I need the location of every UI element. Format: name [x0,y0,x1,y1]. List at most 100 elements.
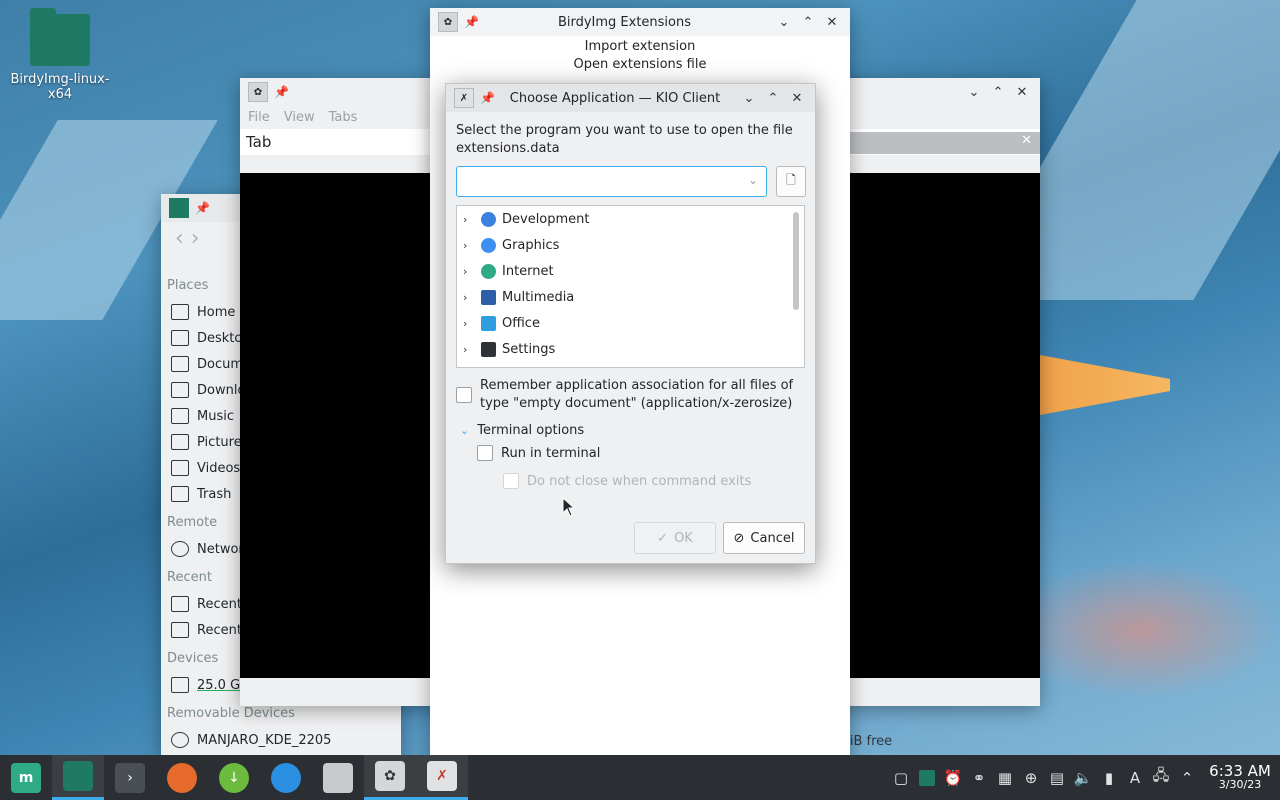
volume-icon[interactable]: 🔈 [1070,755,1096,800]
tray-app-icon[interactable] [914,755,940,800]
removable-header: Removable Devices [167,706,295,721]
internet-globe-icon [481,263,496,279]
cancel-button[interactable]: ⊘ Cancel [723,522,805,554]
no-close-option: Do not close when command exits [503,473,751,489]
notifications-icon[interactable]: ⏰ [940,755,966,800]
remember-association-option[interactable]: Remember application association for all… [456,377,808,413]
desktop-icon [171,330,189,346]
network-icon[interactable]: 🖧 [1148,755,1174,800]
places-item-usb[interactable]: MANJARO_KDE_2205 [167,727,395,753]
application-launcher[interactable]: m [0,755,52,800]
birdy-titlebar[interactable]: ✿ 📌 BirdyImg Extensions ⌄ ⌃ ✕ [430,8,850,36]
network-icon [171,541,189,557]
pin-icon[interactable]: 📌 [274,85,289,99]
maximize-icon[interactable]: ⌃ [763,88,783,108]
minimize-icon[interactable]: ⌄ [964,82,984,102]
menu-file[interactable]: File [248,110,270,125]
tree-item-office[interactable]: › Office [457,310,804,336]
clock-time: 6:33 AM [1209,761,1271,780]
tree-item-development[interactable]: › Development [457,206,804,232]
check-icon: ✓ [657,530,669,546]
desktop-folder-icon[interactable]: BirdyImg-linux-x64 [10,8,110,102]
drive-icon [171,677,189,693]
task-dolphin[interactable] [52,755,104,800]
close-tab-icon[interactable]: ✕ [1021,133,1032,148]
tree-item-graphics[interactable]: › Graphics [457,232,804,258]
task-downloader[interactable]: ↓ [208,755,260,800]
remember-association-checkbox[interactable] [456,387,472,403]
firefox-icon [167,762,197,793]
chooser-titlebar[interactable]: ✗ 📌 Choose Application — KIO Client ⌄ ⌃ … [446,84,815,112]
recent-locations-icon [171,622,189,638]
kde-connect-icon[interactable]: ⚭ [966,755,992,800]
clipboard-icon[interactable]: ▤ [1044,755,1070,800]
pictures-icon [171,434,189,450]
tree-scrollbar[interactable] [793,212,799,310]
wallpaper-glow [1000,560,1280,700]
kio-client-icon: ✗ [454,88,474,108]
task-archiver[interactable] [312,755,364,800]
run-in-terminal-checkbox[interactable] [477,445,493,461]
mouse-cursor-icon [562,497,576,517]
digital-clock[interactable]: 6:33 AM 3/30/23 [1200,761,1280,792]
browse-file-button[interactable]: 🗋 [776,166,806,197]
birdyimg-app-icon: ✿ [375,761,405,791]
tree-item-internet[interactable]: › Internet [457,258,804,284]
chevron-right-icon: › [463,238,468,252]
tree-item-multimedia[interactable]: › Multimedia [457,284,804,310]
settings-icon [481,341,496,357]
task-konsole[interactable]: › [104,755,156,800]
birdyimg-app-icon: ✿ [438,12,458,32]
recent-files-icon [171,596,189,612]
taskbar: m › ↓ ✿ ✗ ▢ ⏰ ⚭ ▦ ⊕ ▤ 🔈 ▮ A 🖧 ⌃ 6:33 AM … [0,755,1280,800]
close-icon[interactable]: ✕ [822,12,842,32]
battery-icon[interactable]: ▮ [1096,755,1122,800]
updates-icon[interactable]: ⊕ [1018,755,1044,800]
task-firefox[interactable] [156,755,208,800]
birdy-window-title: BirdyImg Extensions [557,14,692,30]
close-icon[interactable]: ✕ [1012,82,1032,102]
open-extensions-file-link[interactable]: Open extensions file [430,56,850,74]
task-browser[interactable] [260,755,312,800]
birdyimg-app-icon: ✿ [248,82,268,102]
tree-item-settings[interactable]: › Settings [457,336,804,362]
chevron-right-icon: › [463,212,468,226]
chooser-title: Choose Application — KIO Client [509,90,721,106]
package-manager-icon[interactable]: ▦ [992,755,1018,800]
close-icon[interactable]: ✕ [787,88,807,108]
application-combobox[interactable]: ⌄ [456,166,767,197]
maximize-icon[interactable]: ⌃ [988,82,1008,102]
application-category-tree[interactable]: › Development › Graphics › Internet › Multim… [456,205,805,368]
ok-button[interactable]: ✓ OK [634,522,716,554]
folder-icon [63,761,93,791]
usb-drive-icon [171,732,189,748]
wallpaper-orange-shape [1040,355,1170,415]
download-icon [171,382,189,398]
terminal-options-toggle[interactable]: ⌄ Terminal options [460,423,584,438]
pin-icon[interactable]: 📌 [464,15,479,29]
cancel-icon: ⊘ [733,530,745,546]
show-desktop-icon[interactable]: ▢ [888,755,914,800]
task-kio-client[interactable]: ✗ [416,755,468,800]
import-extension-link[interactable]: Import extension [430,38,850,56]
run-in-terminal-option[interactable]: Run in terminal [477,445,600,461]
tab-bar-right: ✕ [850,132,1040,154]
keyboard-layout-icon[interactable]: A [1122,755,1148,800]
menu-view[interactable]: View [284,110,315,125]
download-icon: ↓ [219,762,249,793]
chevron-down-icon[interactable]: ⌄ [748,173,758,187]
chevron-right-icon: › [463,316,468,330]
folder-icon [30,8,90,66]
expand-tray-icon[interactable]: ⌃ [1174,755,1200,800]
dolphin-app-icon [169,198,189,218]
minimize-icon[interactable]: ⌄ [774,12,794,32]
minimize-icon[interactable]: ⌄ [739,88,759,108]
task-birdyimg[interactable]: ✿ [364,755,416,800]
browser-icon [271,762,301,793]
pin-icon[interactable]: 📌 [480,91,495,105]
maximize-icon[interactable]: ⌃ [798,12,818,32]
menu-tabs[interactable]: Tabs [329,110,358,125]
chevron-right-icon: › [463,342,468,356]
documents-icon [171,356,189,372]
pin-icon[interactable]: 📌 [195,201,210,215]
